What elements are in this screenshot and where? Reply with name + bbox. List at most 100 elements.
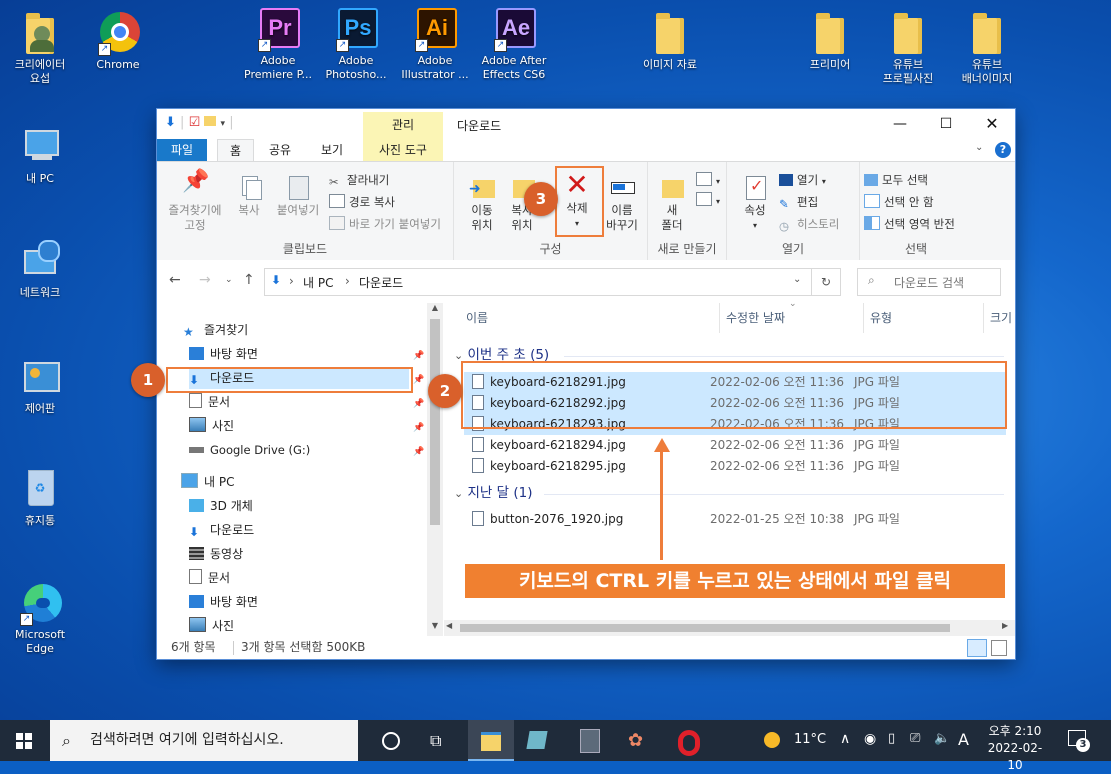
file-row[interactable]: keyboard-6218294.jpg 2022-02-06 오전 11:36 J… xyxy=(464,435,1006,456)
nav-downloads-pc[interactable]: ⬇ 다운로드 xyxy=(189,519,254,541)
paste-button[interactable]: 붙여넣기 xyxy=(273,174,323,218)
tab-picture-tools[interactable]: 사진 도구 xyxy=(363,139,443,161)
pin-to-quick-access-button[interactable]: 📌 즐겨찾기에 고정 xyxy=(165,171,225,233)
volume-icon[interactable]: 🔈 xyxy=(934,731,950,746)
network-tray-icon[interactable]: ⎚ xyxy=(910,731,920,746)
tab-view[interactable]: 보기 xyxy=(309,139,355,161)
tab-home[interactable]: 홈 xyxy=(217,139,255,162)
nav-pictures-pc[interactable]: 사진 xyxy=(189,615,234,637)
nav-desktop[interactable]: 바탕 화면 xyxy=(189,343,258,365)
taskbar-file-explorer[interactable] xyxy=(468,720,514,761)
address-dropdown-icon[interactable]: ⌄ xyxy=(793,274,801,285)
history-button[interactable]: ◷ 히스토리 xyxy=(779,216,839,233)
desktop-icon-folder-images[interactable]: 이미지 자료 xyxy=(632,12,708,72)
desktop-icon-recycle-bin[interactable]: ♻ 휴지통 xyxy=(2,468,78,528)
desktop-icon-folder-banner[interactable]: 유튜브 배너이미지 xyxy=(949,12,1025,86)
edit-button[interactable]: ✎ 편집 xyxy=(779,194,818,211)
minimize-button[interactable]: — xyxy=(877,109,923,139)
ime-indicator[interactable]: A xyxy=(958,730,969,749)
desktop-icon-chrome[interactable]: ↗ Chrome xyxy=(80,12,156,72)
notepad-app-icon[interactable] xyxy=(526,731,548,749)
windows-start-icon[interactable] xyxy=(16,733,32,749)
task-view-icon[interactable]: ⧉ xyxy=(430,729,454,753)
scroll-up-icon[interactable]: ▲ xyxy=(427,303,443,317)
nav-videos[interactable]: 동영상 xyxy=(189,543,243,565)
select-all-button[interactable]: 모두 선택 xyxy=(864,172,928,188)
nav-pictures[interactable]: 사진 xyxy=(189,415,234,437)
meet-now-icon[interactable]: ▯ xyxy=(888,731,895,746)
file-row[interactable]: keyboard-6218295.jpg 2022-02-06 오전 11:36 J… xyxy=(464,456,1006,477)
nav-this-pc[interactable]: 내 PC xyxy=(181,471,234,493)
new-item-button[interactable]: ▾ xyxy=(696,172,720,187)
properties-button[interactable]: ✓ 속성 ▾ xyxy=(735,174,775,233)
scroll-left-icon[interactable]: ◀ xyxy=(446,621,452,630)
breadcrumb-this-pc[interactable]: 내 PC xyxy=(303,274,333,291)
copy-path-button[interactable]: 경로 복사 xyxy=(329,194,395,210)
help-icon[interactable]: ? xyxy=(995,142,1011,158)
breadcrumb-downloads[interactable]: 다운로드 xyxy=(359,274,403,291)
desktop-icon-user-folder[interactable]: 크리에이터 요섭 xyxy=(2,12,78,86)
search-box[interactable]: ⌕ 다운로드 검색 xyxy=(857,268,1001,296)
recent-locations-icon[interactable]: ⌄ xyxy=(225,275,233,285)
close-button[interactable]: ✕ xyxy=(969,109,1015,139)
invert-selection-button[interactable]: 선택 영역 반전 xyxy=(864,216,955,232)
desktop-icon-premiere[interactable]: Pr ↗ Adobe Premiere P... xyxy=(240,8,316,82)
group-header-last-month[interactable]: ⌄ 지난 달 (1) xyxy=(454,483,533,503)
new-folder-icon[interactable] xyxy=(204,116,217,126)
desktop-icon-this-pc[interactable]: 내 PC xyxy=(2,126,78,186)
taskbar-search-box[interactable]: ⌕ 검색하려면 여기에 입력하십시오. xyxy=(50,720,358,761)
opera-icon[interactable] xyxy=(678,730,700,756)
tab-file[interactable]: 파일 xyxy=(157,139,207,161)
record-icon[interactable]: ◉ xyxy=(864,731,876,747)
nav-quick-access[interactable]: ★ 즐겨찾기 xyxy=(183,319,248,341)
maximize-button[interactable]: ☐ xyxy=(923,109,969,139)
desktop-icon-control-panel[interactable]: 제어판 xyxy=(2,356,78,416)
scroll-right-icon[interactable]: ▶ xyxy=(1002,621,1008,630)
scroll-thumb[interactable] xyxy=(460,624,950,632)
horizontal-scrollbar[interactable]: ◀ ▶ xyxy=(444,620,1015,636)
details-view-icon[interactable] xyxy=(967,639,987,657)
column-header-name[interactable]: 이름 xyxy=(466,303,488,333)
desktop-icon-network[interactable]: 네트워크 xyxy=(2,240,78,300)
new-folder-button[interactable]: 새 폴더 xyxy=(654,174,690,233)
desktop-icon-edge[interactable]: ↗ Microsoft Edge xyxy=(2,582,78,656)
back-arrow-icon[interactable]: ← xyxy=(169,272,181,288)
cut-button[interactable]: ✂ 잘라내기 xyxy=(329,172,389,189)
address-bar[interactable]: ⬇ › 내 PC › 다운로드 ⌄ ↻ xyxy=(264,268,841,296)
forward-arrow-icon[interactable]: → xyxy=(199,272,211,288)
move-to-button[interactable]: ➜ 이동 위치 xyxy=(464,174,500,233)
nav-documents[interactable]: 문서 xyxy=(189,391,230,413)
paste-shortcut-button[interactable]: 바로 가기 붙여넣기 xyxy=(329,216,441,232)
up-arrow-icon[interactable]: ↑ xyxy=(243,272,255,288)
open-button[interactable]: 열기 ▾ xyxy=(779,172,826,188)
column-header-size[interactable]: 크기 xyxy=(990,303,1012,333)
tab-share[interactable]: 공유 xyxy=(257,139,303,161)
column-header-type[interactable]: 유형 xyxy=(870,303,892,333)
down-arrow-icon[interactable]: ⬇ xyxy=(165,115,176,130)
scroll-thumb[interactable] xyxy=(430,319,440,525)
column-header-date[interactable]: 수정한 날짜 xyxy=(726,303,785,333)
nav-vertical-scrollbar[interactable]: ▲ ▼ xyxy=(427,303,443,636)
nav-documents-pc[interactable]: 문서 xyxy=(189,567,230,589)
show-hidden-icons-chevron-icon[interactable]: ∧ xyxy=(840,731,850,747)
weather-temp[interactable]: 11°C xyxy=(794,732,826,747)
copy-button[interactable]: 복사 xyxy=(229,174,269,218)
file-row[interactable]: button-2076_1920.jpg 2022-01-25 오전 10:38 J… xyxy=(464,509,1006,530)
rename-button[interactable]: 이름 바꾸기 xyxy=(602,174,642,233)
refresh-icon[interactable]: ↻ xyxy=(811,269,840,295)
cortana-icon[interactable] xyxy=(382,732,400,750)
qat-dropdown-icon[interactable]: ▾ xyxy=(221,119,226,129)
desktop-icon-aftereffects[interactable]: Ae ↗ Adobe After Effects CS6 xyxy=(476,8,552,82)
ribbon-collapse-icon[interactable]: ⌄ xyxy=(975,142,983,153)
easy-access-button[interactable]: ▾ xyxy=(696,192,720,207)
paint-app-icon[interactable]: ✿ xyxy=(628,729,652,753)
clock[interactable]: 오후 2:10 2022-02-10 xyxy=(984,723,1046,774)
properties-check-icon[interactable]: ☑ xyxy=(189,115,201,130)
desktop-icon-folder-profile[interactable]: 유튜브 프로필사진 xyxy=(870,12,946,86)
scroll-down-icon[interactable]: ▼ xyxy=(427,621,443,635)
desktop-icon-illustrator[interactable]: Ai ↗ Adobe Illustrator ... xyxy=(397,8,473,82)
nav-3d-objects[interactable]: 3D 개체 xyxy=(189,495,253,517)
large-icons-view-icon[interactable] xyxy=(991,640,1007,656)
nav-desktop-pc[interactable]: 바탕 화면 xyxy=(189,591,258,613)
calculator-icon[interactable] xyxy=(580,729,600,753)
